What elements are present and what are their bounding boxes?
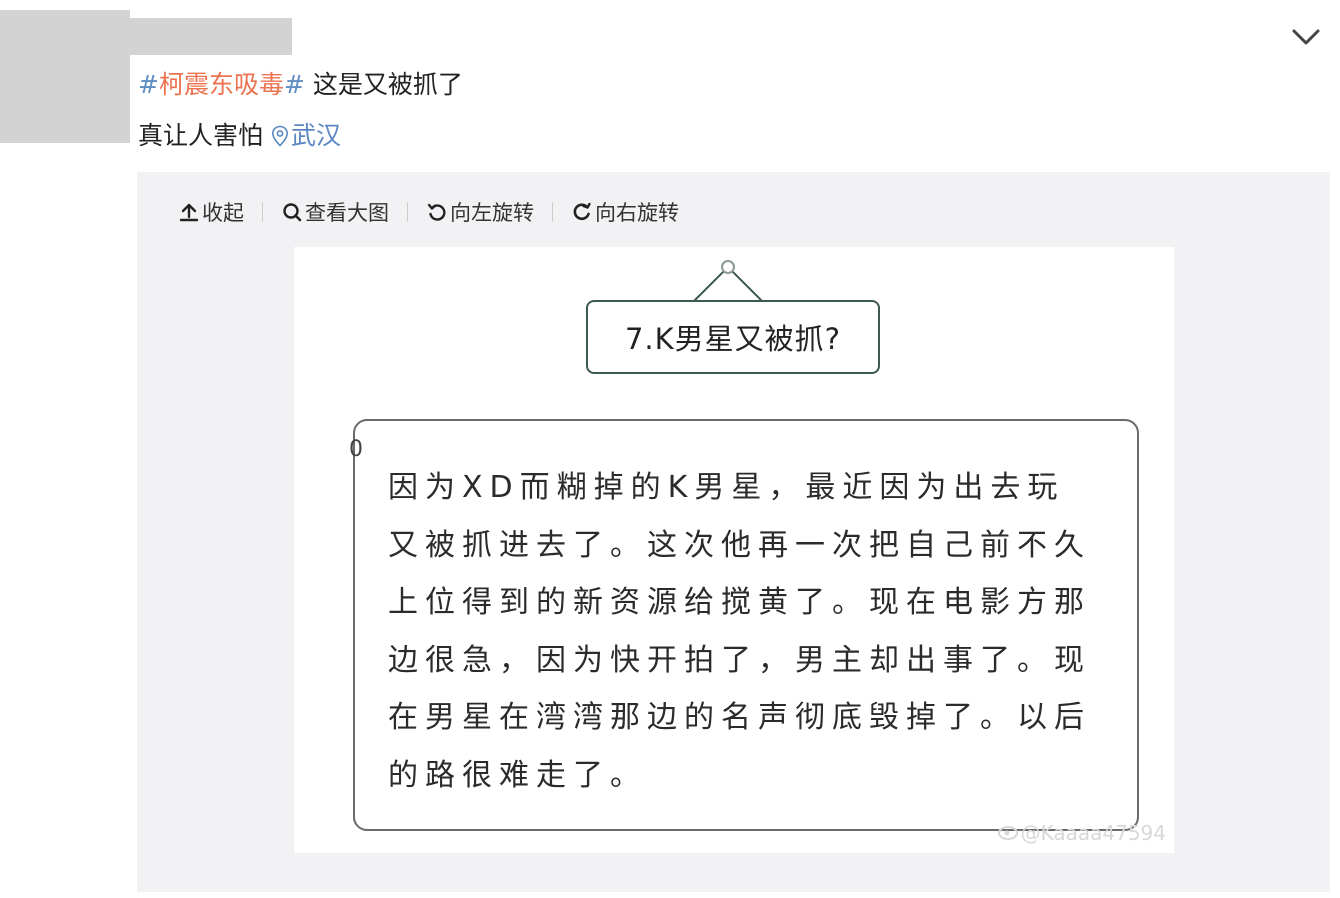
rotate-right-icon	[573, 202, 591, 221]
post-text-line-2: 真让人害怕 武汉	[138, 119, 341, 153]
avatar-redacted	[0, 10, 130, 143]
rotate-left-icon	[427, 203, 446, 221]
collapse-button[interactable]: 收起	[178, 197, 244, 227]
post-text-2: 真让人害怕	[138, 121, 264, 150]
magnifier-icon	[283, 203, 302, 222]
image-watermark: @Kaaaa47594	[997, 821, 1166, 845]
hanger-decoration	[693, 260, 763, 302]
image-body-text: 因为XD而糊掉的K男星，最近因为出去玩又被抓进去了。这次他再一次把自己前不久上位…	[388, 470, 1091, 793]
image-title: 7.K男星又被抓?	[586, 300, 880, 374]
username-redacted	[130, 18, 292, 55]
hashtag-link[interactable]: #柯震东吸毒#	[138, 70, 305, 99]
post-text: 这是又被抓了	[304, 70, 463, 99]
toolbar-divider	[262, 202, 263, 222]
view-large-button[interactable]: 查看大图	[281, 197, 389, 227]
post-text-line-1: #柯震东吸毒# 这是又被抓了	[138, 68, 463, 102]
rotate-left-button[interactable]: 向左旋转	[426, 197, 534, 227]
chevron-down-icon[interactable]	[1286, 20, 1326, 54]
post-image[interactable]: 7.K男星又被抓? 0 因为XD而糊掉的K男星，最近因为出去玩又被抓进去了。这次…	[294, 247, 1174, 853]
upload-arrow-icon	[179, 203, 199, 222]
image-toolbar: 收起 查看大图 向左旋转 向右旋转	[178, 195, 679, 229]
location-pin-icon	[272, 125, 289, 147]
rotate-right-button[interactable]: 向右旋转	[571, 197, 679, 227]
weibo-logo-icon	[997, 826, 1018, 840]
toolbar-divider	[552, 202, 553, 222]
toolbar-divider	[407, 202, 408, 222]
corner-mark: 0	[349, 437, 363, 462]
location-link[interactable]: 武汉	[263, 121, 341, 150]
